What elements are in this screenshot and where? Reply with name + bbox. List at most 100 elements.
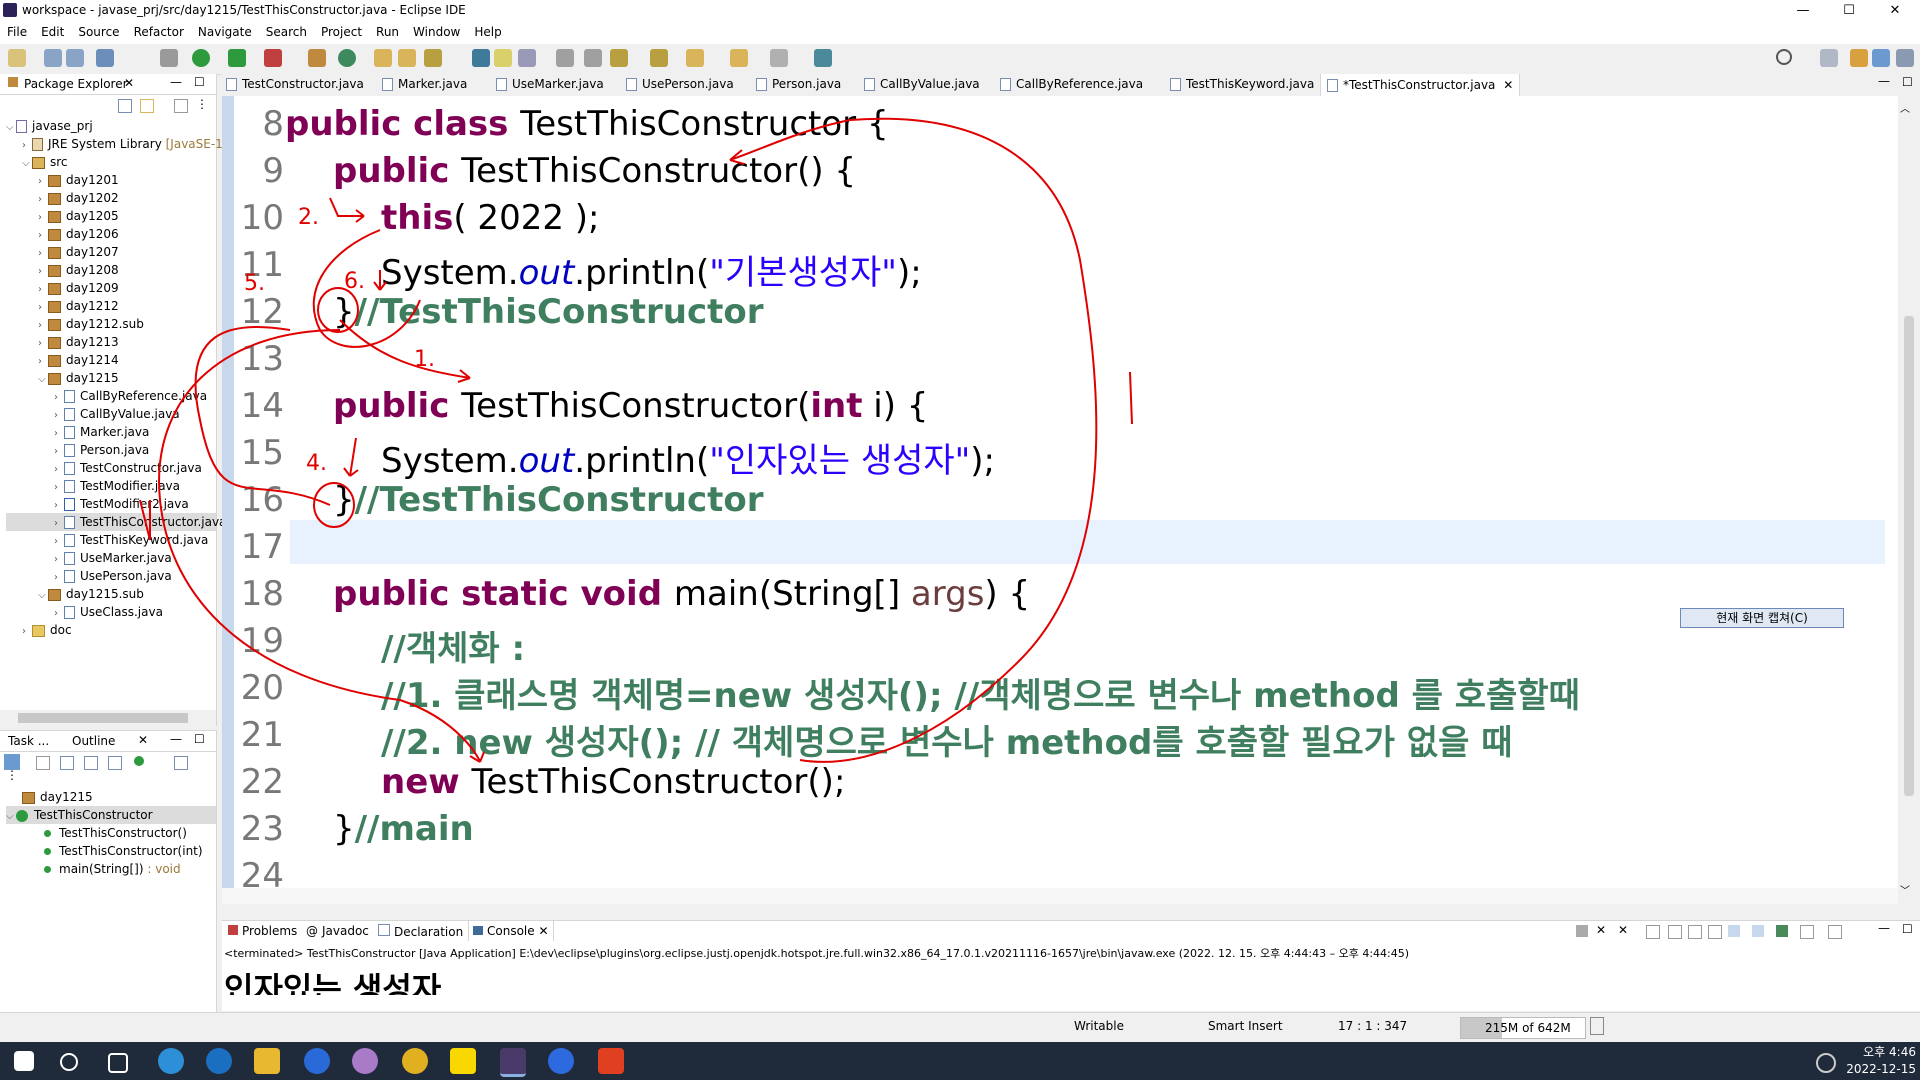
tree-file[interactable]: › TestModifier2.java bbox=[6, 495, 216, 513]
hide-local-types-icon[interactable] bbox=[134, 756, 144, 766]
outline-member[interactable]: TestThisConstructor(int) bbox=[6, 842, 216, 860]
minimize-view-icon[interactable]: — bbox=[1878, 921, 1890, 935]
new-console-icon[interactable] bbox=[1828, 925, 1842, 939]
tree-file[interactable]: › TestThisKeyword.java bbox=[6, 531, 216, 549]
open-console-icon[interactable] bbox=[1776, 925, 1788, 937]
tree-file-selected[interactable]: › TestThisConstructor.java bbox=[6, 513, 226, 531]
forward-icon[interactable] bbox=[770, 49, 788, 67]
editor-horizontal-scrollbar[interactable] bbox=[222, 888, 1898, 904]
chevron-right-icon[interactable]: › bbox=[22, 623, 32, 641]
internet-explorer-icon[interactable] bbox=[206, 1048, 232, 1074]
tree-package[interactable]: › day1201 bbox=[6, 171, 216, 189]
close-icon[interactable]: ✕ bbox=[138, 733, 148, 747]
prev-annotation-icon[interactable] bbox=[650, 49, 668, 67]
last-edit-icon[interactable] bbox=[686, 49, 704, 67]
editor-tab[interactable]: CallByValue.java bbox=[864, 77, 980, 91]
code-editor[interactable]: 8 9 10 11 12 13 14 15 16 17 18 19 20 21 … bbox=[222, 96, 1898, 904]
tree-file[interactable]: › CallByReference.java bbox=[6, 387, 216, 405]
menu-navigate[interactable]: Navigate bbox=[191, 22, 259, 39]
back-icon[interactable] bbox=[730, 49, 748, 67]
scrollbar-thumb[interactable] bbox=[1904, 316, 1914, 796]
tab-console[interactable]: Console ✕ bbox=[468, 921, 554, 941]
tab-outline[interactable]: Outline bbox=[72, 734, 115, 748]
editor-tab[interactable]: TestConstructor.java bbox=[226, 77, 364, 91]
save-all-icon[interactable] bbox=[66, 49, 84, 67]
file-explorer-icon[interactable] bbox=[254, 1048, 280, 1074]
search-icon[interactable] bbox=[60, 1053, 78, 1071]
tree-project[interactable]: ⌵ javase_prj bbox=[6, 117, 216, 135]
java-perspective-icon[interactable] bbox=[1872, 49, 1890, 67]
tree-file[interactable]: › CallByValue.java bbox=[6, 405, 216, 423]
tree-file[interactable]: › TestModifier.java bbox=[6, 477, 216, 495]
clear-console-icon[interactable] bbox=[1646, 925, 1660, 939]
annotation-icon[interactable] bbox=[472, 49, 490, 67]
pin-editor-icon[interactable] bbox=[814, 49, 832, 67]
view-menu-icon[interactable]: ⋮ bbox=[196, 97, 208, 111]
maximize-view-icon[interactable]: ☐ bbox=[194, 75, 205, 89]
maximize-view-icon[interactable]: ☐ bbox=[1902, 922, 1913, 936]
hide-static-icon[interactable] bbox=[84, 756, 98, 770]
menu-file[interactable]: File bbox=[0, 22, 34, 39]
tree-package[interactable]: › day1206 bbox=[6, 225, 216, 243]
coverage-icon[interactable] bbox=[228, 49, 246, 67]
link-editor-icon[interactable] bbox=[140, 99, 154, 113]
new-package-icon[interactable] bbox=[308, 49, 326, 67]
edge-icon[interactable] bbox=[158, 1048, 184, 1074]
block-selection-icon[interactable] bbox=[556, 49, 574, 67]
terminal-icon[interactable] bbox=[96, 49, 114, 67]
show-on-error-icon[interactable] bbox=[1728, 925, 1740, 937]
tree-file[interactable]: › Marker.java bbox=[6, 423, 216, 441]
scrollbar-thumb[interactable] bbox=[18, 713, 188, 723]
horizontal-scrollbar[interactable] bbox=[0, 710, 216, 726]
tab-task[interactable]: Task ... bbox=[8, 734, 49, 748]
next-annotation-icon[interactable] bbox=[610, 49, 628, 67]
menu-edit[interactable]: Edit bbox=[34, 22, 71, 39]
minimize-button[interactable]: — bbox=[1780, 0, 1826, 22]
tree-package[interactable]: › day1213 bbox=[6, 333, 216, 351]
tab-javadoc[interactable]: @ Javadoc bbox=[306, 924, 369, 938]
heap-status[interactable]: 215M of 642M bbox=[1460, 1017, 1586, 1039]
outline-member[interactable]: TestThisConstructor() bbox=[6, 824, 216, 842]
maximize-view-icon[interactable]: ☐ bbox=[194, 732, 205, 746]
search-tool-icon[interactable] bbox=[424, 49, 442, 67]
remove-all-icon[interactable]: ✕ bbox=[1618, 923, 1628, 937]
focus-icon[interactable] bbox=[174, 756, 188, 770]
tree-package-open[interactable]: ⌵ day1215.sub bbox=[6, 585, 216, 603]
highlight-icon[interactable] bbox=[494, 49, 512, 67]
open-task-icon[interactable] bbox=[398, 49, 416, 67]
menu-run[interactable]: Run bbox=[369, 22, 406, 39]
editor-vertical-scrollbar[interactable]: ︿ ﹀ bbox=[1898, 96, 1920, 904]
task-view-icon[interactable] bbox=[108, 1053, 128, 1073]
close-icon[interactable]: ✕ bbox=[538, 924, 548, 938]
new-icon[interactable] bbox=[8, 49, 26, 67]
tree-file[interactable]: › Person.java bbox=[6, 441, 216, 459]
view-menu-icon[interactable]: ⋮ bbox=[6, 768, 18, 782]
filter-icon[interactable] bbox=[174, 99, 188, 113]
new-class-icon[interactable] bbox=[338, 49, 356, 67]
editor-tab[interactable]: Person.java bbox=[756, 77, 841, 91]
tree-package[interactable]: › day1212 bbox=[6, 297, 216, 315]
tab-declaration[interactable]: Declaration bbox=[378, 924, 463, 939]
minimize-view-icon[interactable]: — bbox=[170, 75, 182, 89]
menu-refactor[interactable]: Refactor bbox=[127, 22, 191, 39]
debug-perspective-icon[interactable] bbox=[1896, 49, 1914, 67]
open-type-icon[interactable] bbox=[374, 49, 392, 67]
eclipse-icon[interactable] bbox=[500, 1048, 526, 1077]
scroll-down-icon[interactable]: ﹀ bbox=[1900, 882, 1910, 897]
editor-tab-active[interactable]: *TestThisConstructor.java ✕ bbox=[1320, 74, 1521, 96]
windows-start-icon[interactable] bbox=[14, 1051, 34, 1071]
menu-help[interactable]: Help bbox=[467, 22, 508, 39]
minimize-view-icon[interactable]: — bbox=[170, 732, 182, 746]
editor-tab[interactable]: UsePerson.java bbox=[626, 77, 734, 91]
editor-tab[interactable]: Marker.java bbox=[382, 77, 467, 91]
editor-tab[interactable]: TestThisKeyword.java bbox=[1170, 77, 1314, 91]
java-ee-perspective-icon[interactable] bbox=[1850, 49, 1868, 67]
tree-package[interactable]: › day1208 bbox=[6, 261, 216, 279]
menu-source[interactable]: Source bbox=[71, 22, 126, 39]
screen-capture-button[interactable]: 현재 화면 캡쳐(C) bbox=[1680, 608, 1844, 628]
tree-jre[interactable]: › JRE System Library [JavaSE-1 bbox=[6, 135, 223, 153]
tree-file[interactable]: › UseClass.java bbox=[6, 603, 216, 621]
terminate-icon[interactable] bbox=[1576, 925, 1588, 937]
external-tools-icon[interactable] bbox=[264, 49, 282, 67]
paint-icon[interactable] bbox=[352, 1048, 378, 1074]
